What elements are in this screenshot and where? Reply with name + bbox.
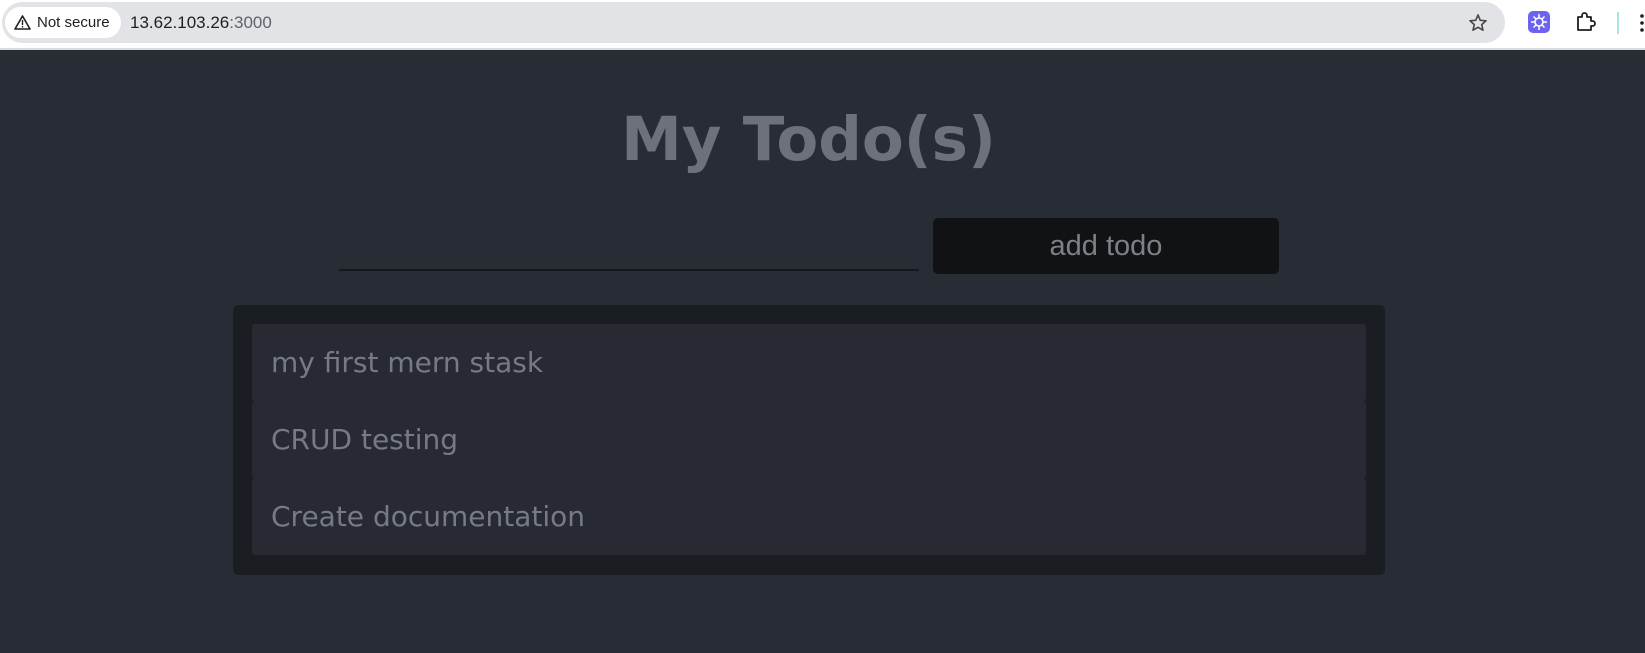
star-icon[interactable] [1468, 13, 1488, 37]
url-text[interactable]: 13.62.103.26:3000 [130, 13, 272, 33]
security-indicator[interactable]: Not secure [5, 7, 121, 38]
warning-triangle-icon [14, 15, 31, 30]
puzzle-piece-icon[interactable] [1575, 11, 1597, 37]
todo-item[interactable]: CRUD testing [252, 401, 1366, 478]
security-label: Not secure [37, 14, 110, 31]
address-bar[interactable]: Not secure 13.62.103.26:3000 [2, 2, 1505, 43]
todo-list: my first mern stask CRUD testing Create … [233, 305, 1385, 575]
kebab-menu-icon[interactable] [1640, 13, 1644, 33]
toolbar-divider [1617, 12, 1619, 34]
todo-item[interactable]: my first mern stask [252, 324, 1366, 401]
url-port: :3000 [229, 13, 272, 32]
todo-input[interactable] [339, 216, 919, 271]
extension-badge-icon[interactable] [1528, 11, 1550, 37]
todo-item[interactable]: Create documentation [252, 478, 1366, 555]
url-host: 13.62.103.26 [130, 13, 230, 32]
page-title: My Todo(s) [621, 104, 996, 175]
browser-chrome: Not secure 13.62.103.26:3000 [0, 0, 1645, 50]
add-todo-button[interactable]: add todo [933, 218, 1279, 274]
